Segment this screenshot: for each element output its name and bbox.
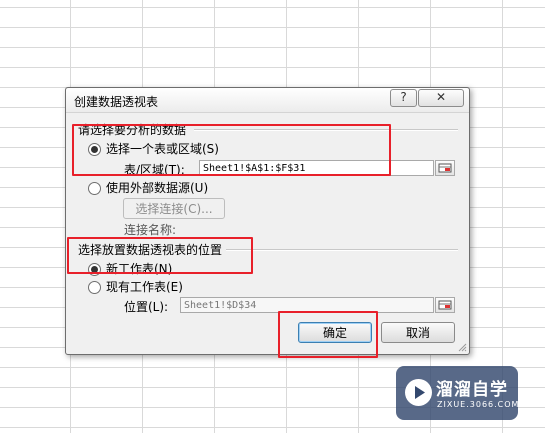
range-picker-button[interactable] xyxy=(435,160,455,176)
choose-connection-button[interactable]: 选择连接(C)... xyxy=(123,198,225,219)
dialog-titlebar: 创建数据透视表 ? ✕ xyxy=(66,88,469,113)
option-external-source-label: 使用外部数据源(U) xyxy=(106,181,209,195)
help-button[interactable]: ? xyxy=(390,89,417,107)
separator xyxy=(226,249,458,251)
radio-existing-worksheet[interactable] xyxy=(88,281,101,294)
dialog-title: 创建数据透视表 xyxy=(74,95,159,109)
watermark-title: 溜溜自学 xyxy=(436,380,508,400)
location-label: 位置(L): xyxy=(124,300,169,314)
collapse-dialog-icon xyxy=(438,163,452,173)
connection-name-label: 连接名称: xyxy=(124,223,177,237)
collapse-dialog-icon xyxy=(438,300,452,310)
play-logo-icon xyxy=(405,379,432,406)
play-icon xyxy=(415,386,425,399)
highlight-box-ok xyxy=(278,311,378,358)
close-button[interactable]: ✕ xyxy=(418,89,464,107)
option-existing-worksheet-label: 现有工作表(E) xyxy=(106,280,183,294)
watermark-logo: 溜溜自学 ZIXUE.3066.COM xyxy=(396,366,518,420)
watermark-subtitle: ZIXUE.3066.COM xyxy=(437,400,520,409)
resize-grip-icon[interactable] xyxy=(458,343,467,352)
location-picker-button[interactable] xyxy=(435,297,455,313)
radio-external-source[interactable] xyxy=(88,182,101,195)
cancel-button[interactable]: 取消 xyxy=(381,322,455,343)
highlight-box-data-range xyxy=(72,124,391,176)
highlight-box-location xyxy=(67,237,253,274)
